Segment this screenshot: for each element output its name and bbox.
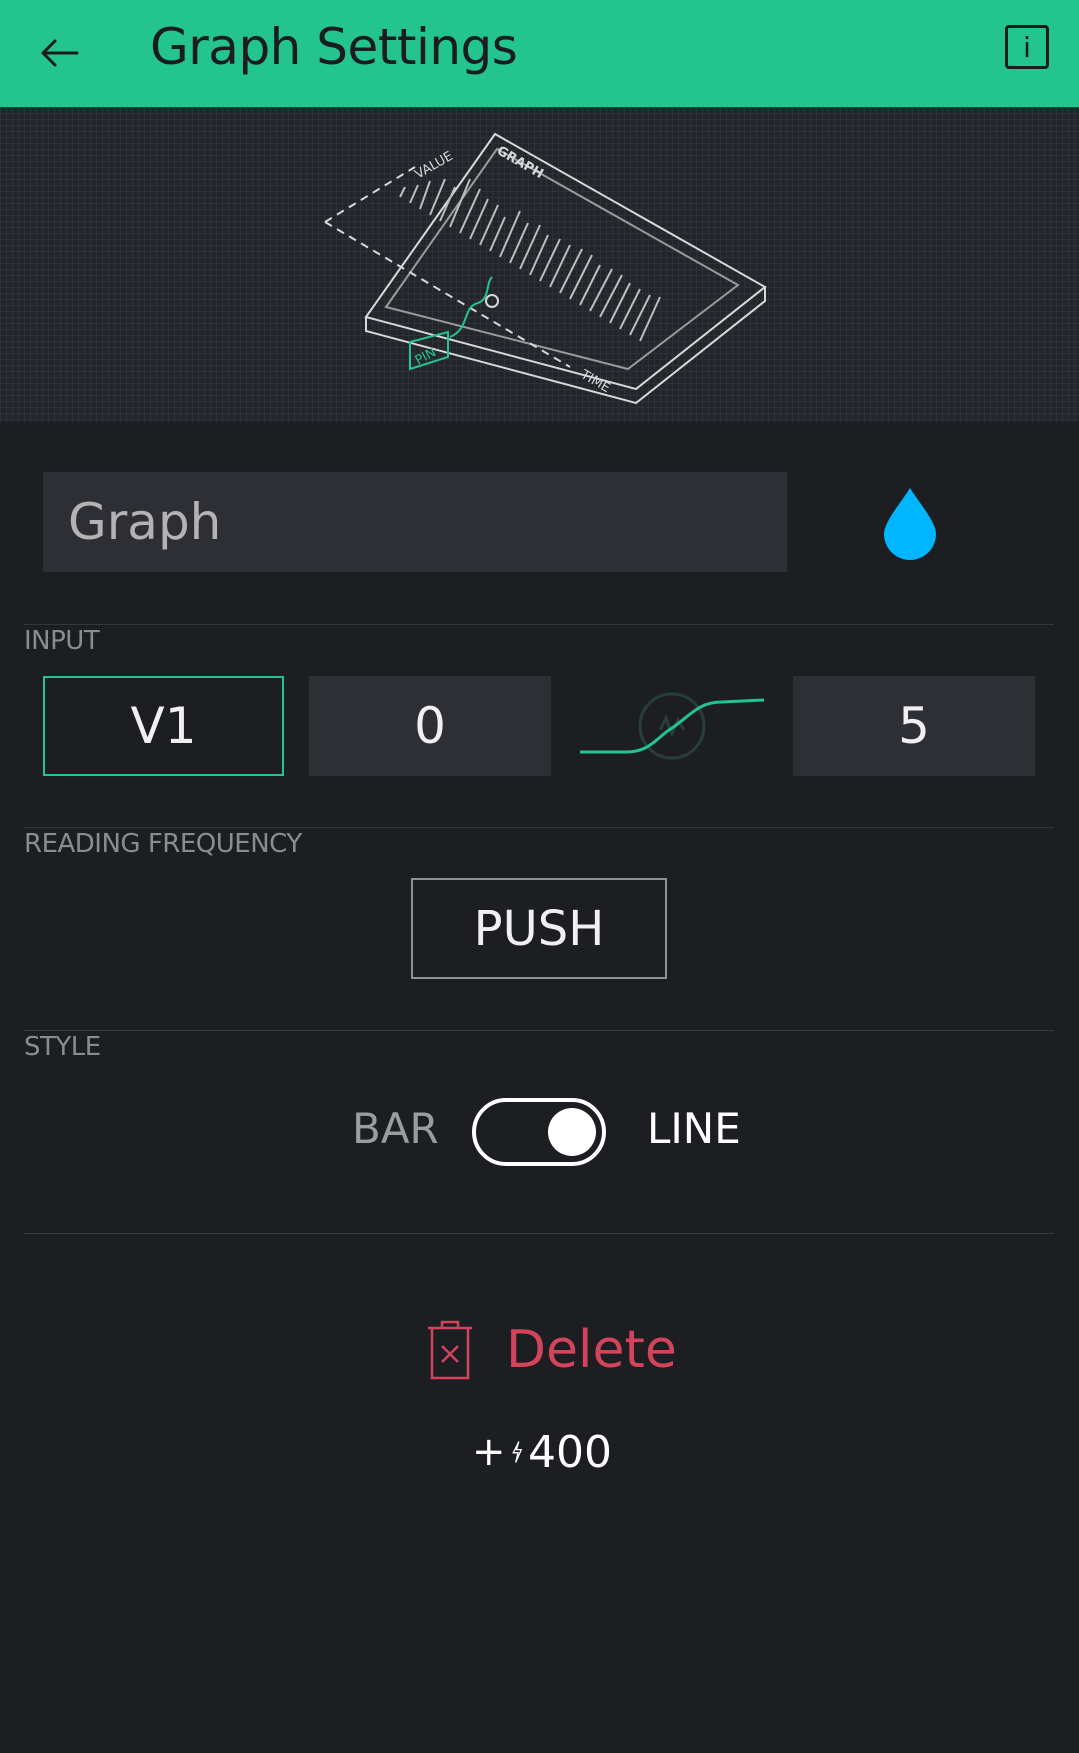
energy-bolt-icon (511, 1441, 522, 1463)
app-header: Graph Settings i (0, 0, 1079, 107)
pin-selector[interactable]: V1 (43, 676, 284, 776)
trash-icon (428, 1320, 472, 1380)
mapping-curve-icon (580, 692, 765, 760)
reading-frequency-value: PUSH (473, 900, 605, 957)
value-axis-label: VALUE (413, 149, 456, 183)
divider (24, 1233, 1054, 1234)
energy-cost: + 400 (472, 1422, 612, 1482)
toggle-knob (548, 1108, 596, 1156)
min-value: 0 (414, 697, 446, 755)
arrow-left-icon (41, 39, 79, 67)
max-value-input[interactable]: 5 (793, 676, 1035, 776)
graph-device-illustration: VALUE GRAPH TIME PIN (324, 132, 767, 405)
page-title: Graph Settings (150, 18, 518, 76)
divider (24, 827, 1054, 828)
style-section-label: STYLE (24, 1032, 101, 1062)
back-button[interactable] (30, 24, 88, 82)
graph-illustration: VALUE GRAPH TIME PIN (0, 107, 1079, 422)
cost-plus: + (472, 1429, 506, 1475)
divider (24, 624, 1054, 625)
mapping-curve (578, 690, 766, 766)
widget-name-input[interactable] (43, 472, 787, 572)
delete-label: Delete (506, 1320, 677, 1380)
info-icon: i (1023, 30, 1031, 64)
max-value: 5 (898, 697, 930, 755)
divider (24, 1030, 1054, 1031)
input-section-label: INPUT (24, 626, 100, 656)
cost-amount: 400 (528, 1426, 612, 1478)
style-option-bar[interactable]: BAR (352, 1104, 439, 1153)
delete-button[interactable]: Delete (424, 1310, 684, 1390)
color-picker-button[interactable] (880, 484, 940, 560)
min-value-input[interactable]: 0 (309, 676, 551, 776)
info-button[interactable]: i (1005, 25, 1049, 69)
reading-frequency-button[interactable]: PUSH (411, 878, 667, 979)
pin-value: V1 (130, 697, 197, 755)
style-option-line[interactable]: LINE (647, 1104, 741, 1153)
drop-icon (884, 488, 936, 560)
reading-frequency-label: READING FREQUENCY (24, 829, 302, 859)
style-toggle[interactable] (472, 1098, 606, 1166)
